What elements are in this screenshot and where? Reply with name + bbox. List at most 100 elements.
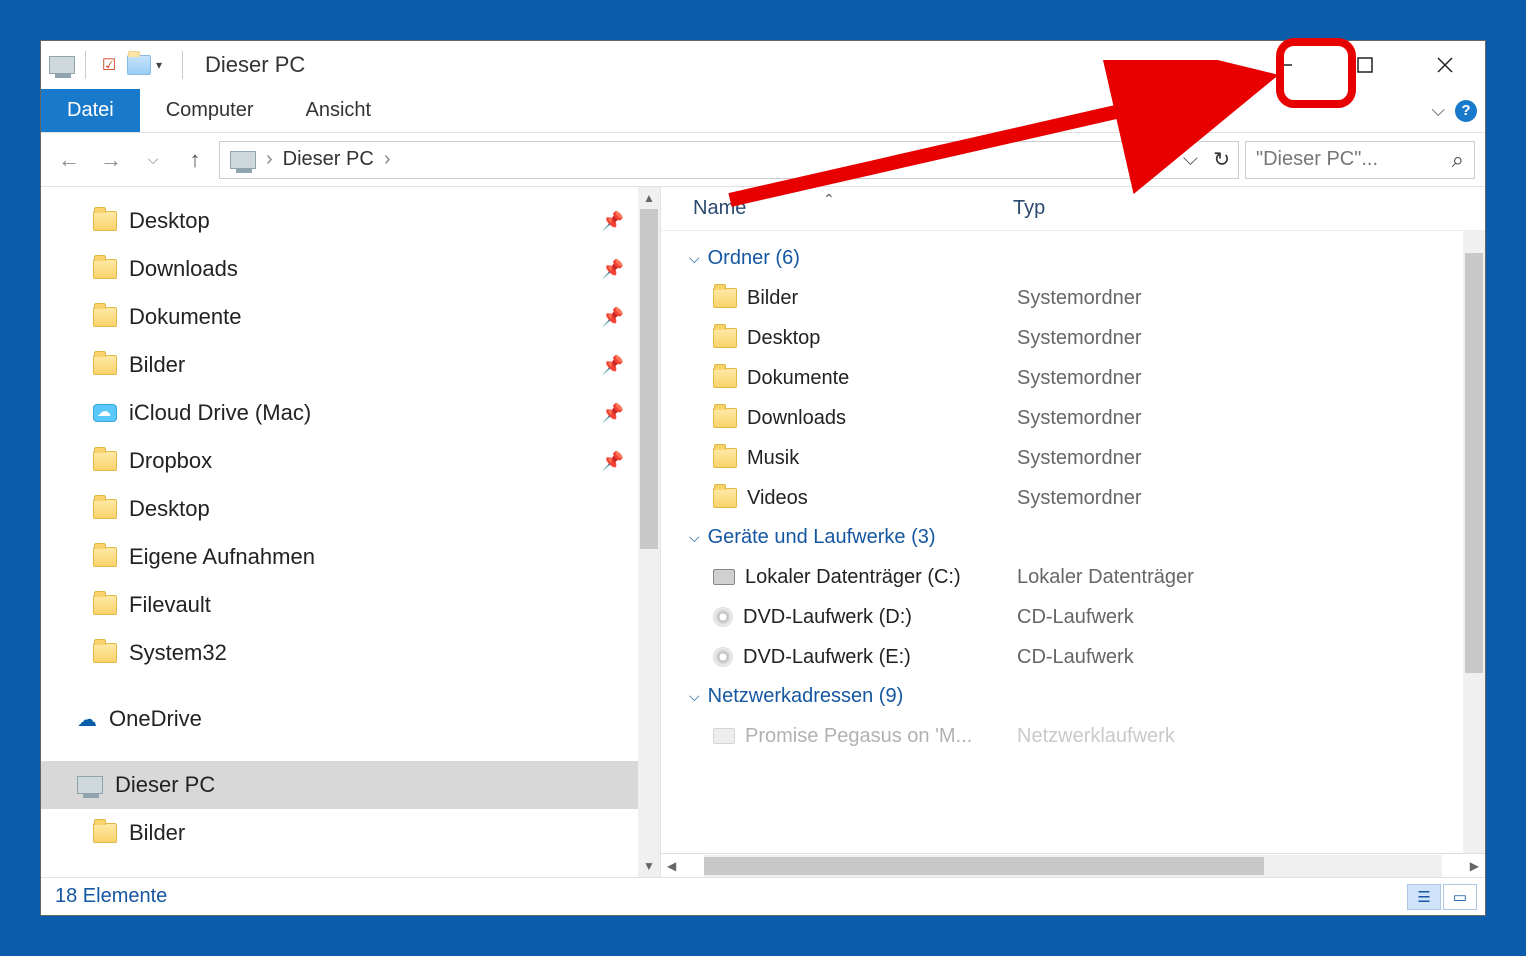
separator (85, 51, 86, 79)
close-button[interactable] (1405, 41, 1485, 89)
minimize-button[interactable] (1245, 41, 1325, 89)
help-icon[interactable]: ? (1455, 100, 1477, 122)
breadcrumb-sep: › (266, 148, 273, 171)
item-type: Netzwerklaufwerk (1017, 725, 1175, 748)
content-vscroll-thumb[interactable] (1465, 253, 1483, 673)
navpane-item[interactable]: Desktop📌 (41, 197, 660, 245)
item-name: Lokaler Datenträger (C:) (745, 566, 961, 589)
item-name: Dokumente (747, 367, 849, 390)
navpane-item[interactable]: Bilder (41, 809, 660, 857)
column-type[interactable]: Typ (1013, 197, 1045, 220)
column-name[interactable]: Name ⌃ (693, 197, 1013, 220)
nav-bar: ← → ⌵ ↑ › Dieser PC › ⌵ ↻ "Dieser PC"...… (41, 133, 1485, 187)
navpane-item-label: Downloads (129, 256, 238, 282)
status-text: 18 Elemente (55, 885, 167, 908)
list-item[interactable]: BilderSystemordner (671, 278, 1485, 318)
navpane-item[interactable]: Filevault (41, 581, 660, 629)
view-buttons: ☰ ▭ (1407, 884, 1477, 910)
list-item[interactable]: DVD-Laufwerk (E:)CD-Laufwerk (671, 637, 1485, 677)
navpane-item[interactable]: Eigene Aufnahmen (41, 533, 660, 581)
scroll-up-icon[interactable]: ▲ (643, 191, 655, 205)
pin-icon: 📌 (602, 403, 624, 424)
navpane-item[interactable]: Dieser PC (41, 761, 660, 809)
properties-icon[interactable]: ☑ (96, 52, 122, 78)
forward-button[interactable]: → (93, 142, 129, 178)
navpane-item[interactable]: Downloads📌 (41, 245, 660, 293)
chevron-down-icon: ⌵ (689, 688, 700, 705)
folder-icon (93, 499, 117, 519)
item-name: Musik (747, 447, 799, 470)
navpane-item[interactable]: Desktop (41, 485, 660, 533)
new-folder-icon[interactable] (126, 52, 152, 78)
chevron-down-icon: ⌵ (689, 529, 700, 546)
navpane-scroll-thumb[interactable] (640, 209, 658, 549)
recent-dropdown-icon[interactable]: ⌵ (135, 142, 171, 178)
navpane-item-label: Desktop (129, 208, 210, 234)
breadcrumb-item[interactable]: Dieser PC (283, 148, 374, 171)
group-label: Ordner (6) (708, 247, 800, 270)
folder-icon (93, 355, 117, 375)
scroll-down-icon[interactable]: ▼ (643, 859, 655, 873)
list-item[interactable]: MusikSystemordner (671, 438, 1485, 478)
folder-icon (713, 328, 737, 348)
list-item[interactable]: VideosSystemordner (671, 478, 1485, 518)
hscroll-thumb[interactable] (704, 857, 1264, 875)
tab-computer[interactable]: Computer (140, 89, 280, 132)
search-input[interactable]: "Dieser PC"... ⌕ (1245, 141, 1475, 179)
navpane-item-label: System32 (129, 640, 227, 666)
details-view-button[interactable]: ☰ (1407, 884, 1441, 910)
tab-datei[interactable]: Datei (41, 89, 140, 132)
maximize-button[interactable] (1325, 41, 1405, 89)
item-name: Desktop (747, 327, 820, 350)
navpane-item[interactable]: ☁OneDrive (41, 695, 660, 743)
folder-icon (93, 547, 117, 567)
list-item[interactable]: Lokaler Datenträger (C:)Lokaler Datenträ… (671, 557, 1485, 597)
folder-icon (713, 448, 737, 468)
navpane-item[interactable]: Bilder📌 (41, 341, 660, 389)
navpane-item-label: Dieser PC (115, 772, 215, 798)
navpane-item[interactable]: System32 (41, 629, 660, 677)
navpane-item[interactable]: Dropbox📌 (41, 437, 660, 485)
ribbon-tabs: Datei Computer Ansicht ⌵ ? (41, 89, 1485, 133)
back-button[interactable]: ← (51, 142, 87, 178)
list-item[interactable]: DVD-Laufwerk (D:)CD-Laufwerk (671, 597, 1485, 637)
column-headers: Name ⌃ Typ (661, 187, 1485, 231)
ribbon-expand-icon[interactable]: ⌵ (1431, 100, 1445, 121)
content-vscrollbar[interactable] (1463, 231, 1485, 853)
item-type: CD-Laufwerk (1017, 646, 1134, 669)
folder-icon (713, 408, 737, 428)
navpane-item[interactable]: Dokumente📌 (41, 293, 660, 341)
group-header[interactable]: ⌵ Netzwerkadressen (9) (671, 677, 1485, 716)
item-name: Videos (747, 487, 808, 510)
list-item[interactable]: DownloadsSystemordner (671, 398, 1485, 438)
list-item[interactable]: DesktopSystemordner (671, 318, 1485, 358)
group-header[interactable]: ⌵ Ordner (6) (671, 239, 1485, 278)
thumbnails-view-button[interactable]: ▭ (1443, 884, 1477, 910)
list-item[interactable]: Promise Pegasus on 'M...Netzwerklaufwerk (671, 716, 1485, 756)
scroll-right-icon[interactable]: ▶ (1464, 859, 1485, 873)
scroll-left-icon[interactable]: ◀ (661, 859, 682, 873)
folder-icon (93, 307, 117, 327)
navpane-item-label: Bilder (129, 352, 185, 378)
pin-icon: 📌 (602, 451, 624, 472)
onedrive-icon: ☁ (77, 707, 97, 732)
drive-icon (713, 728, 735, 744)
refresh-icon[interactable]: ↻ (1213, 147, 1230, 172)
qat-dropdown-icon[interactable]: ▾ (156, 58, 162, 72)
navpane-item-label: Dokumente (129, 304, 242, 330)
address-dropdown-icon[interactable]: ⌵ (1183, 148, 1198, 171)
group-header[interactable]: ⌵ Geräte und Laufwerke (3) (671, 518, 1485, 557)
address-bar[interactable]: › Dieser PC › ⌵ ↻ (219, 141, 1239, 179)
up-button[interactable]: ↑ (177, 142, 213, 178)
group-label: Netzwerkadressen (9) (708, 685, 904, 708)
content-pane: Name ⌃ Typ ⌵ Ordner (6)BilderSystemordne… (661, 187, 1485, 877)
list-item[interactable]: DokumenteSystemordner (671, 358, 1485, 398)
hscroll-track[interactable] (704, 855, 1442, 877)
folder-icon (93, 643, 117, 663)
navpane-item[interactable]: iCloud Drive (Mac)📌 (41, 389, 660, 437)
content-hscrollbar[interactable]: ◀ ▶ (661, 853, 1485, 877)
pc-icon (77, 776, 103, 794)
group-label: Geräte und Laufwerke (3) (708, 526, 936, 549)
tab-ansicht[interactable]: Ansicht (280, 89, 398, 132)
sort-asc-icon: ⌃ (823, 191, 835, 208)
